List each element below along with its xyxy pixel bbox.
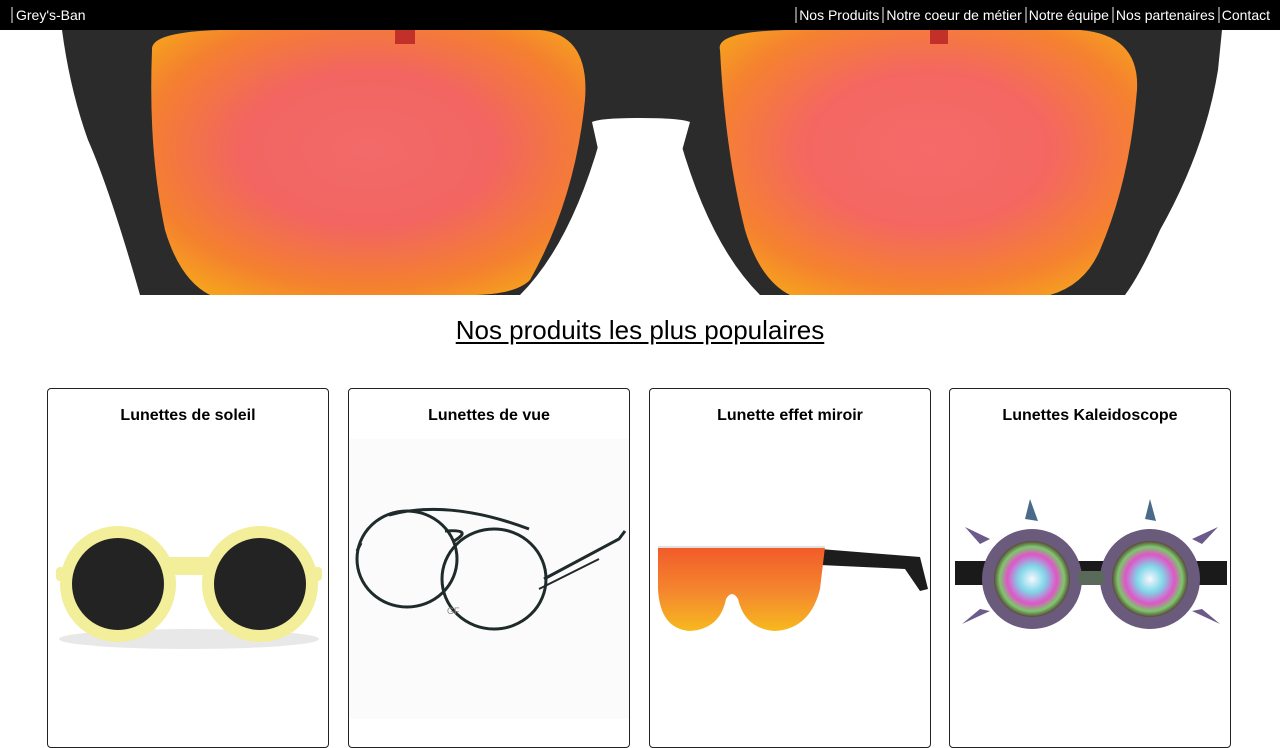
product-title: Lunette effet miroir (717, 407, 863, 424)
nav-link-partenaires[interactable]: Nos partenaires (1111, 7, 1215, 23)
product-card-eyeglasses[interactable]: Lunettes de vue GF (348, 388, 630, 748)
top-navigation-bar: Grey's-Ban Nos Produits Notre coeur de m… (0, 0, 1280, 30)
hero-sunglasses-image (62, 30, 1222, 295)
product-card-mirror-glasses[interactable]: Lunette effet miroir (649, 388, 931, 748)
nav-link-contact[interactable]: Contact (1217, 7, 1270, 23)
main-nav: Nos Produits Notre coeur de métier Notre… (792, 7, 1270, 23)
section-title-popular-products: Nos produits les plus populaires (455, 315, 825, 345)
svg-text:GF: GF (447, 606, 460, 616)
brand-link[interactable]: Grey's-Ban (11, 7, 86, 23)
product-image-kaleidoscope-goggles (950, 439, 1230, 719)
product-title: Lunettes de vue (428, 407, 550, 424)
nav-link-coeur-de-metier[interactable]: Notre coeur de métier (882, 7, 1022, 23)
nav-link-produits[interactable]: Nos Produits (795, 7, 879, 23)
hero-banner (0, 30, 1280, 295)
product-title: Lunettes de soleil (120, 407, 256, 424)
product-card-sunglasses[interactable]: Lunettes de soleil (47, 388, 329, 748)
product-title: Lunettes Kaleidoscope (1002, 407, 1178, 424)
product-image-mirror-glasses (650, 439, 930, 719)
nav-link-equipe[interactable]: Notre équipe (1024, 7, 1109, 23)
product-image-sunglasses (48, 439, 328, 719)
product-image-eyeglasses: GF (349, 439, 629, 719)
product-card-kaleidoscope-goggles[interactable]: Lunettes Kaleidoscope (949, 388, 1231, 748)
